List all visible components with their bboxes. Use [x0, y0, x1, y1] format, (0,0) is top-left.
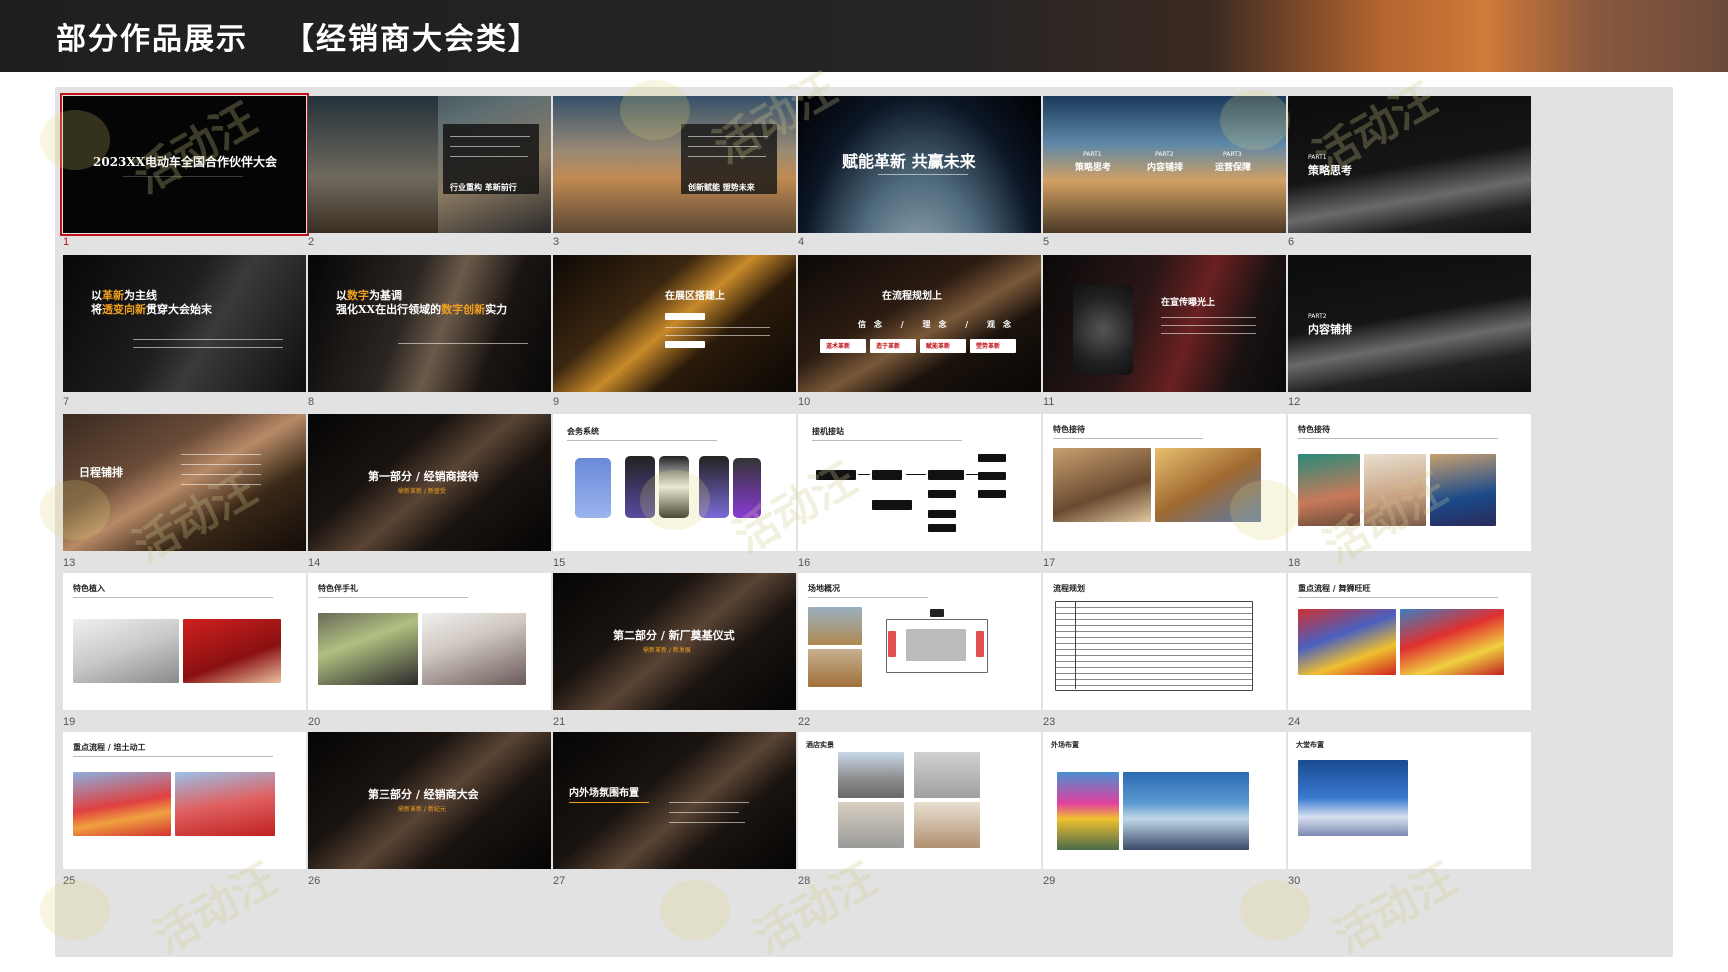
slide-title: 2023XX电动车全国合作伙伴大会 — [93, 155, 278, 169]
slide-thumbnail-10[interactable]: 在流程规划上 信念 / 理念 / 观念 道术革新 造于革新 赋能革新 塑势革新 — [798, 255, 1041, 392]
slide-number: 17 — [1043, 557, 1056, 569]
slide-title: 内容铺排 — [1308, 323, 1352, 336]
slide-number: 5 — [1043, 236, 1050, 248]
slide-title: 内外场氛围布置 — [569, 788, 639, 799]
slide-number: 30 — [1288, 875, 1301, 887]
slide-number: 20 — [308, 716, 321, 728]
slide-title: 酒店实景 — [806, 740, 834, 749]
slide-thumbnail-7[interactable]: 以革新为主线 将透变向新贯穿大会始末 — [63, 255, 306, 392]
slide-thumbnail-17[interactable]: 特色接待 — [1043, 414, 1286, 551]
slide-thumbnail-27[interactable]: 内外场氛围布置 — [553, 732, 796, 869]
slide-thumbnail-3[interactable]: 创新赋能 塑势未来 — [553, 96, 796, 233]
slide-title: 第一部分 / 经销商接待 — [368, 470, 479, 483]
slide-number: 3 — [553, 236, 560, 248]
slide-title: 接机接站 — [812, 426, 844, 436]
slide-title: 大堂布置 — [1296, 740, 1324, 749]
slide-number: 12 — [1288, 396, 1301, 408]
slide-number: 28 — [798, 875, 811, 887]
slide-thumbnail-25[interactable]: 重点流程 / 培土动工 — [63, 732, 306, 869]
slide-title: 在宣传曝光上 — [1161, 298, 1216, 308]
slide-thumbnail-20[interactable]: 特色伴手礼 — [308, 573, 551, 710]
slide-title: 会务系统 — [567, 426, 599, 436]
slide-number: 8 — [308, 396, 315, 408]
slide-thumbnail-2[interactable]: 行业重构 革新前行 — [308, 96, 551, 233]
slide-thumbnail-23[interactable]: 流程规划 — [1043, 573, 1286, 710]
slide-thumbnail-15[interactable]: 会务系统 — [553, 414, 796, 551]
slide-number: 19 — [63, 716, 76, 728]
slide-title: 赋能革新 共赢未来 — [842, 152, 976, 171]
slide-title: 创新赋能 塑势未来 — [688, 182, 755, 192]
slide-title: 第二部分 / 新厂奠基仪式 — [613, 629, 735, 642]
slide-thumbnail-21[interactable]: 第二部分 / 新厂奠基仪式 鼎新革新 / 新发展 — [553, 573, 796, 710]
slide-thumbnail-1[interactable]: 2023XX电动车全国合作伙伴大会 — [60, 93, 309, 236]
slide-title: 行业重构 革新前行 — [450, 182, 517, 192]
slide-number: 7 — [63, 396, 70, 408]
slide-title: 策略思考 — [1308, 164, 1352, 177]
slide-number: 15 — [553, 557, 566, 569]
header-bar: 部分作品展示 【经销商大会类】 — [0, 0, 1728, 72]
slide-number: 11 — [1043, 396, 1055, 408]
slide-title: 特色接待 — [1053, 424, 1085, 434]
slide-thumbnail-8[interactable]: 以数字为基调 强化XX在出行领域的数字创新实力 — [308, 255, 551, 392]
slide-title: 特色接待 — [1298, 424, 1330, 434]
slide-title: 外场布置 — [1051, 740, 1079, 749]
page-subtitle: 【经销商大会类】 — [284, 22, 540, 57]
slide-sorter-panel[interactable]: 2023XX电动车全国合作伙伴大会 1 行业重构 革新前行 2 创新赋能 塑势未… — [55, 87, 1673, 957]
slide-thumbnail-6[interactable]: PART1 策略思考 — [1288, 96, 1531, 233]
slide-number: 25 — [63, 875, 76, 887]
slide-title: 流程规划 — [1053, 583, 1085, 593]
slide-number: 6 — [1288, 236, 1295, 248]
slide-number: 16 — [798, 557, 811, 569]
slide-title: 第三部分 / 经销商大会 — [368, 788, 479, 801]
slide-number: 24 — [1288, 716, 1301, 728]
slide-thumbnail-14[interactable]: 第一部分 / 经销商接待 鼎新革新 / 新盛受 — [308, 414, 551, 551]
slide-thumbnail-30[interactable]: 大堂布置 — [1288, 732, 1531, 869]
slide-title: 在流程规划上 — [882, 291, 942, 302]
slide-number: 10 — [798, 396, 811, 408]
slide-thumbnail-16[interactable]: 接机接站 — [798, 414, 1041, 551]
slide-number: 22 — [798, 716, 811, 728]
slide-number: 18 — [1288, 557, 1301, 569]
slide-thumbnail-24[interactable]: 重点流程 / 舞狮旺旺 — [1288, 573, 1531, 710]
slide-number: 1 — [63, 236, 70, 248]
slide-thumbnail-22[interactable]: 场地概况 — [798, 573, 1041, 710]
slide-thumbnail-13[interactable]: 日程铺排 — [63, 414, 306, 551]
slide-title: 特色植入 — [73, 583, 105, 593]
slide-number: 27 — [553, 875, 566, 887]
slide-number: 2 — [308, 236, 315, 248]
slide-thumbnail-18[interactable]: 特色接待 — [1288, 414, 1531, 551]
slide-number: 4 — [798, 236, 805, 248]
slide-thumbnail-19[interactable]: 特色植入 — [63, 573, 306, 710]
slide-title: 重点流程 / 舞狮旺旺 — [1298, 583, 1371, 593]
slide-number: 13 — [63, 557, 76, 569]
slide-title: 场地概况 — [808, 583, 840, 593]
slide-title: 在展区搭建上 — [665, 291, 725, 302]
slide-number: 26 — [308, 875, 321, 887]
slide-thumbnail-4[interactable]: 赋能革新 共赢未来 — [798, 96, 1041, 233]
slide-thumbnail-11[interactable]: 在宣传曝光上 — [1043, 255, 1286, 392]
slide-number: 9 — [553, 396, 560, 408]
slide-thumbnail-5[interactable]: PART1 策略思考 PART2 内容铺排 PART3 运营保障 — [1043, 96, 1286, 233]
slide-number: 21 — [553, 716, 566, 728]
slide-number: 29 — [1043, 875, 1056, 887]
slide-thumbnail-9[interactable]: 在展区搭建上 — [553, 255, 796, 392]
slide-number: 23 — [1043, 716, 1056, 728]
slide-title: 日程铺排 — [79, 466, 123, 479]
slide-thumbnail-28[interactable]: 酒店实景 — [798, 732, 1041, 869]
slide-thumbnail-26[interactable]: 第三部分 / 经销商大会 鼎新革新 / 新纪元 — [308, 732, 551, 869]
page-title: 部分作品展示 【经销商大会类】 — [56, 22, 540, 57]
slide-thumbnail-29[interactable]: 外场布置 — [1043, 732, 1286, 869]
slide-title: 重点流程 / 培土动工 — [73, 742, 146, 752]
slide-title: 特色伴手礼 — [318, 583, 358, 593]
slide-number: 14 — [308, 557, 321, 569]
slide-thumbnail-12[interactable]: PART2 内容铺排 — [1288, 255, 1531, 392]
